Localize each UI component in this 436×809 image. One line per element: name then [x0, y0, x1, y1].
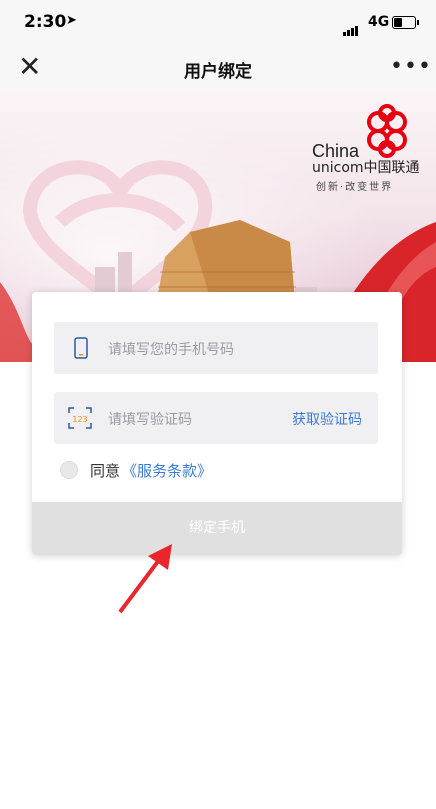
brand-name-en: China [312, 141, 360, 161]
page-title: 用户绑定 [184, 62, 252, 82]
phone-field[interactable]: 请填写您的手机号码 [54, 322, 378, 374]
bind-form-card: 请填写您的手机号码 123 请填写验证码 获取验证码 同意 《服务条款》 绑定手… [32, 292, 402, 555]
network-type: 4G [368, 14, 390, 30]
phone-input[interactable]: 请填写您的手机号码 [108, 339, 234, 359]
bind-phone-button[interactable]: 绑定手机 [32, 502, 402, 555]
signal-icon [343, 17, 359, 36]
navigation-bar: ✕ 用户绑定 ••• [0, 44, 436, 92]
get-code-button[interactable]: 获取验证码 [292, 409, 362, 429]
terms-link[interactable]: 《服务条款》 [122, 460, 212, 481]
battery-icon [392, 16, 419, 29]
phone-icon [74, 337, 88, 359]
brand-slogan: 创新·改变世界 [316, 182, 394, 193]
agree-label: 同意 [90, 462, 121, 480]
status-bar: 2:30 ➤ 4G [0, 0, 436, 44]
svg-text:123: 123 [72, 415, 87, 424]
location-arrow-icon: ➤ [66, 13, 77, 28]
code-icon: 123 [68, 407, 92, 429]
status-time: 2:30 [24, 12, 67, 32]
more-icon[interactable]: ••• [390, 54, 432, 79]
code-input[interactable]: 请填写验证码 [108, 409, 192, 429]
code-field[interactable]: 123 请填写验证码 获取验证码 [54, 392, 378, 444]
arrow-annotation [118, 544, 172, 614]
brand-name: unicom中国联通 [312, 160, 420, 176]
agree-checkbox[interactable] [60, 461, 78, 479]
